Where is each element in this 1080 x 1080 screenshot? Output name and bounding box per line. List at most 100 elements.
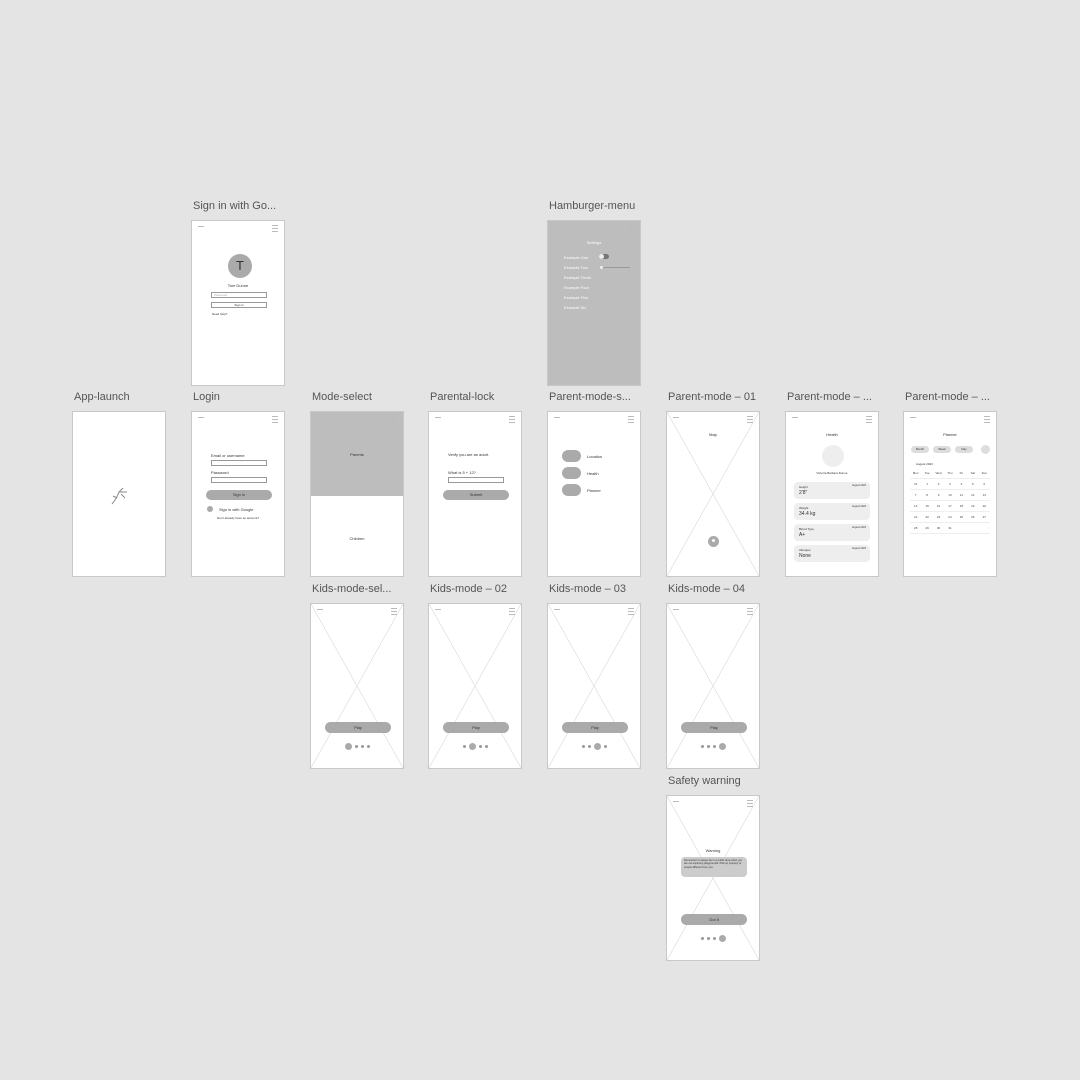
play-button[interactable]: Play (681, 722, 747, 733)
back-arrow-icon[interactable] (554, 226, 560, 230)
hamburger-icon[interactable] (272, 225, 278, 232)
tab-week[interactable]: Week (933, 446, 951, 453)
menu-item[interactable]: Example One (564, 255, 588, 260)
frame-kids-mode-03[interactable]: Play (547, 603, 641, 769)
toggle-switch[interactable] (599, 254, 609, 259)
back-arrow-icon[interactable] (198, 417, 204, 421)
page-indicator[interactable] (311, 743, 403, 750)
frame-parent-mode-health[interactable]: Health Victoria Barbara Dunne Height 2'8… (785, 411, 879, 577)
health-card-allergies[interactable]: Allergies None August 2023 (794, 545, 870, 562)
children-label[interactable]: Children (311, 536, 403, 541)
frame-hamburger-menu[interactable]: Settings Example One Example Two Example… (547, 220, 641, 386)
frame-kids-mode-02[interactable]: Play (428, 603, 522, 769)
calendar-week[interactable]: 21 22 23 24 25 26 27 (910, 512, 990, 523)
calendar-week[interactable]: 31 1 2 3 4 5 6 (910, 479, 990, 490)
hamburger-icon[interactable] (747, 800, 753, 807)
hamburger-icon[interactable] (747, 608, 753, 615)
back-arrow-icon[interactable] (673, 417, 679, 421)
frame-kids-mode-select[interactable]: Play (310, 603, 404, 769)
back-arrow-icon[interactable] (435, 417, 441, 421)
play-button[interactable]: Play (443, 722, 509, 733)
back-arrow-icon[interactable] (317, 609, 323, 613)
hamburger-icon[interactable] (628, 608, 634, 615)
location-toggle[interactable] (562, 450, 581, 462)
page-indicator[interactable] (548, 743, 640, 750)
back-arrow-icon[interactable] (317, 417, 323, 421)
frame-parent-mode-planner[interactable]: Planner Month Week Day August 2023 Mon Tu… (903, 411, 997, 577)
calendar-week[interactable]: 7 8 9 10 11 12 13 (910, 490, 990, 501)
parents-panel[interactable]: Parents (311, 412, 403, 496)
hamburger-icon[interactable] (628, 225, 634, 232)
hamburger-icon[interactable] (509, 608, 515, 615)
back-arrow-icon[interactable] (910, 417, 916, 421)
weekday-header: Mon Tue Wed Thu Fri Sat Sun (910, 468, 990, 479)
frame-parental-lock[interactable]: Verify you are an adult. What is 5 + 12?… (428, 411, 522, 577)
submit-button[interactable]: Submit (443, 490, 509, 500)
answer-field[interactable] (448, 477, 504, 483)
back-arrow-icon[interactable] (554, 609, 560, 613)
parents-label: Parents (350, 452, 364, 457)
page-indicator[interactable] (667, 743, 759, 750)
hamburger-icon[interactable] (272, 416, 278, 423)
frame-app-launch[interactable] (72, 411, 166, 577)
email-field[interactable] (211, 460, 267, 466)
back-arrow-icon[interactable] (673, 801, 679, 805)
tab-month[interactable]: Month (911, 446, 929, 453)
hamburger-icon[interactable] (866, 416, 872, 423)
screen-label-kids-mode-04: Kids-mode – 04 (668, 583, 746, 595)
menu-item[interactable]: Example Three (564, 275, 591, 280)
back-arrow-icon[interactable] (554, 417, 560, 421)
frame-parent-mode-map[interactable]: Map (666, 411, 760, 577)
planner-toggle[interactable] (562, 484, 581, 496)
frame-safety-warning[interactable]: Warning Remember to always be in a publi… (666, 795, 760, 961)
sign-in-button[interactable]: Sign in (206, 490, 272, 500)
help-link[interactable]: Need help? (212, 312, 227, 316)
hamburger-icon[interactable] (509, 416, 515, 423)
tab-day[interactable]: Day (955, 446, 973, 453)
month-label: August 2023 (916, 462, 933, 466)
menu-item[interactable]: Example Five (564, 295, 588, 300)
frame-login[interactable]: Email or username Password Sign in Sign … (191, 411, 285, 577)
play-button[interactable]: Play (562, 722, 628, 733)
calendar-week[interactable]: 28 29 30 31 (910, 523, 990, 534)
password-field[interactable]: Password (211, 292, 267, 298)
hamburger-icon[interactable] (747, 416, 753, 423)
health-card-weight[interactable]: Weight 34.4 kg August 2023 (794, 503, 870, 520)
frame-kids-mode-04[interactable]: Play (666, 603, 760, 769)
create-account-link[interactable]: Don't already have an account? (192, 516, 284, 520)
got-it-button[interactable]: Got It (681, 914, 747, 925)
card-value: 34.4 kg (799, 511, 816, 517)
planner-option[interactable]: Planner (587, 488, 601, 493)
menu-item[interactable]: Example Six (564, 305, 586, 310)
location-pin-icon[interactable] (708, 536, 719, 547)
google-sign-in-link[interactable]: Sign in with Google (219, 507, 253, 512)
warning-title: Warning (705, 848, 721, 853)
back-arrow-icon[interactable] (198, 226, 204, 230)
frame-parent-mode-select[interactable]: Location Health Planner (547, 411, 641, 577)
health-card-blood-type[interactable]: Blood Type A+ August 2023 (794, 524, 870, 541)
card-label: Height (799, 485, 808, 489)
location-option[interactable]: Location (587, 454, 602, 459)
password-field[interactable] (211, 477, 267, 483)
menu-item[interactable]: Example Four (564, 285, 589, 290)
hamburger-icon[interactable] (984, 416, 990, 423)
page-indicator[interactable] (429, 743, 521, 750)
menu-item[interactable]: Example Two (564, 265, 588, 270)
back-arrow-icon[interactable] (792, 417, 798, 421)
health-toggle[interactable] (562, 467, 581, 479)
health-option[interactable]: Health (587, 471, 599, 476)
sign-in-button[interactable]: Sign in (211, 302, 267, 308)
hamburger-icon[interactable] (391, 416, 397, 423)
slider[interactable] (600, 266, 630, 269)
play-button[interactable]: Play (325, 722, 391, 733)
page-indicator[interactable] (667, 935, 759, 942)
frame-sign-in-google[interactable]: T Tom Dunne Password Sign in Need help? (191, 220, 285, 386)
back-arrow-icon[interactable] (435, 609, 441, 613)
calendar-week[interactable]: 14 15 16 17 18 19 20 (910, 501, 990, 512)
hamburger-icon[interactable] (391, 608, 397, 615)
add-event-button[interactable] (981, 445, 990, 454)
back-arrow-icon[interactable] (673, 609, 679, 613)
frame-mode-select[interactable]: Parents Children (310, 411, 404, 577)
health-card-height[interactable]: Height 2'8" August 2023 (794, 482, 870, 499)
hamburger-icon[interactable] (628, 416, 634, 423)
